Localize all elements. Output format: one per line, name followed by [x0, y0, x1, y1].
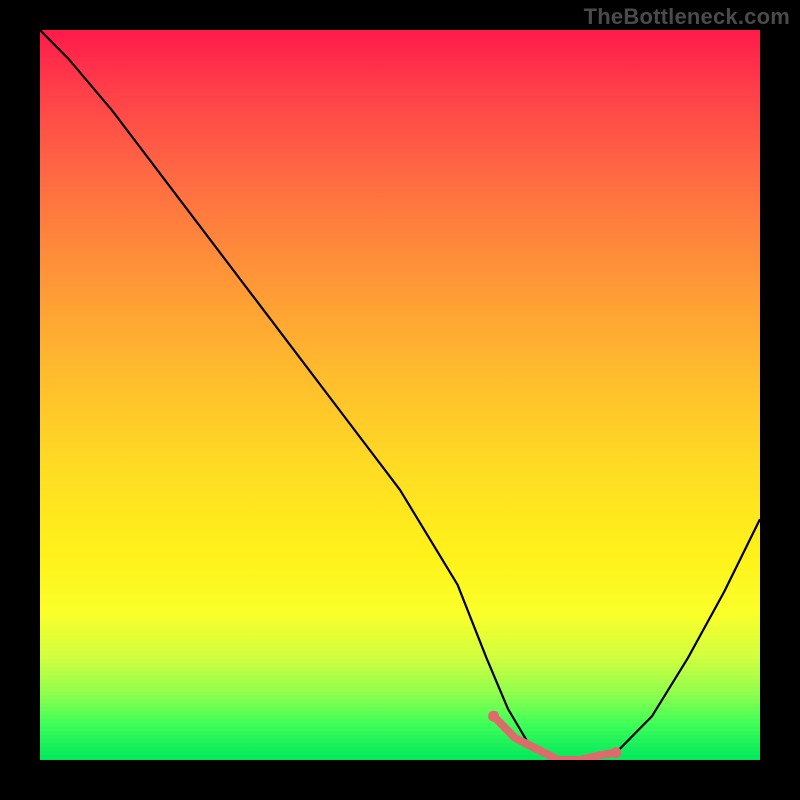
highlight-path [494, 716, 616, 760]
chart-frame: TheBottleneck.com [0, 0, 800, 800]
curve-path [40, 30, 760, 760]
plot-area [40, 30, 760, 760]
curve-svg [40, 30, 760, 760]
watermark-text: TheBottleneck.com [584, 4, 790, 30]
gradient-bands [40, 625, 760, 760]
highlight-dots [488, 711, 621, 759]
